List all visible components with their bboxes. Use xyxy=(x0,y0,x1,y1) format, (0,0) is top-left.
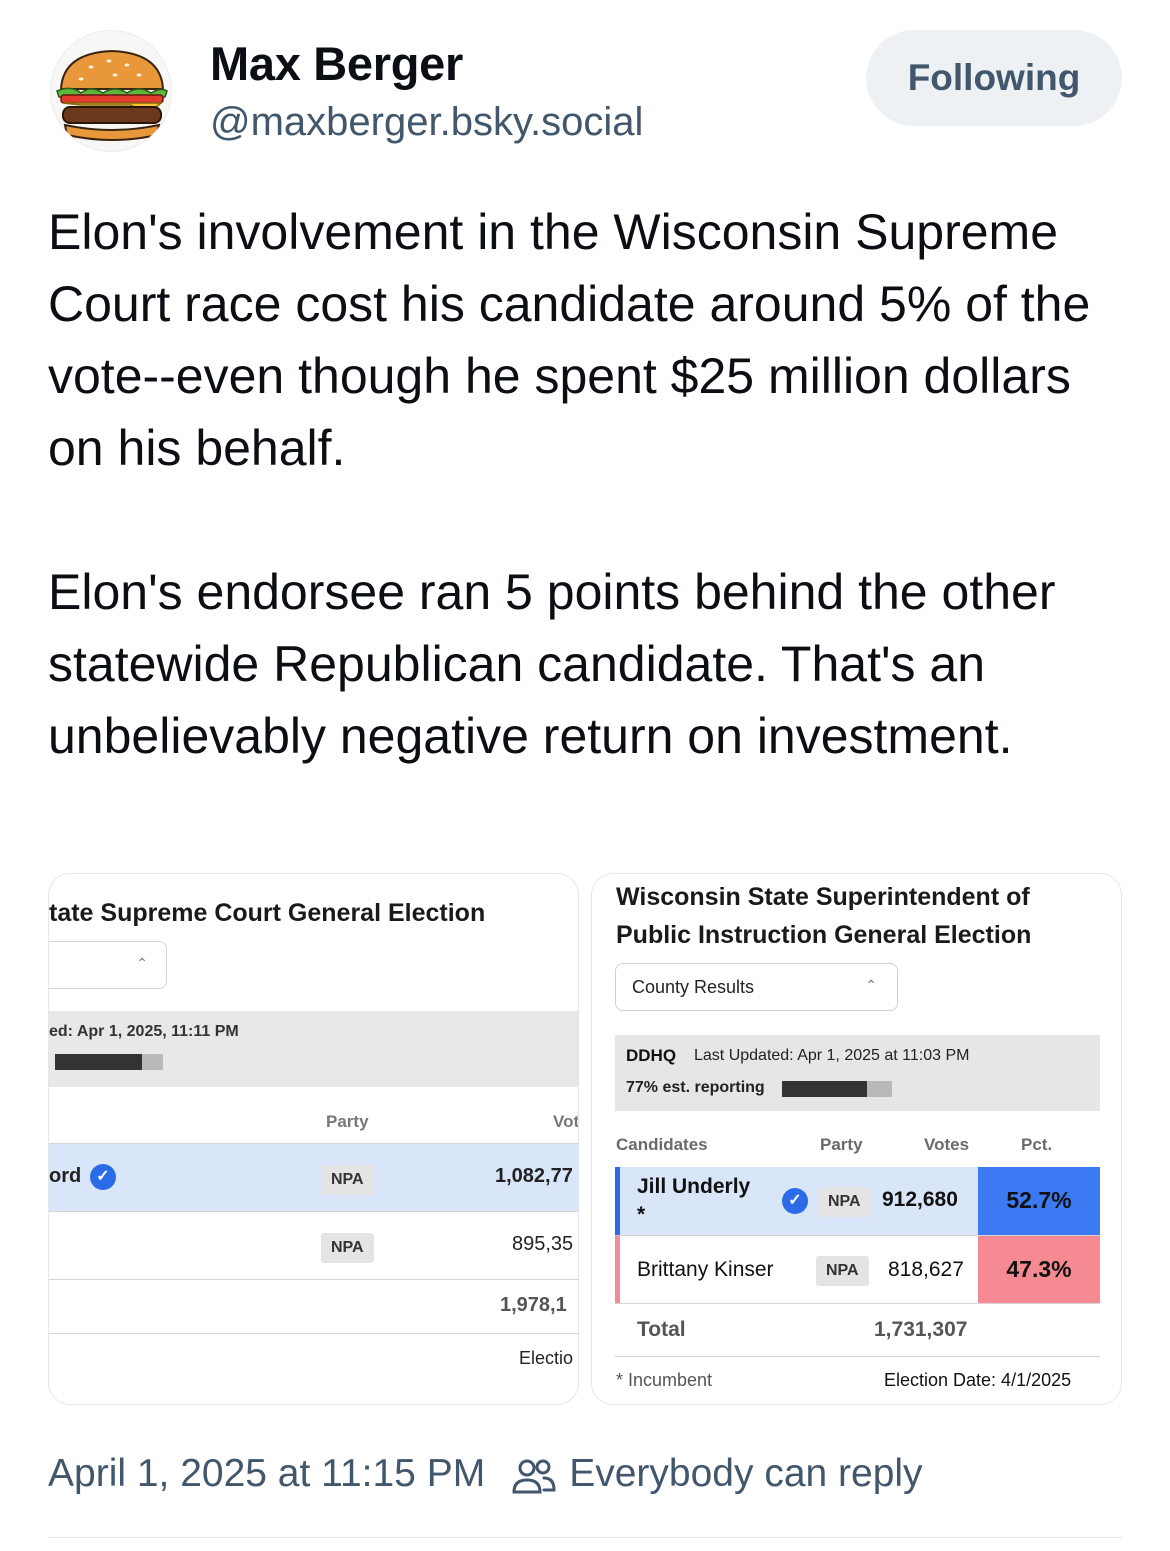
chevron-updown-icon: ⌃ xyxy=(865,977,877,993)
table-row: ord ✓ NPA 1,082,77 xyxy=(49,1143,578,1211)
post-header: Max Berger @maxberger.bsky.social Follow… xyxy=(0,0,1170,170)
reporting-bar xyxy=(55,1054,163,1070)
people-icon xyxy=(511,1456,557,1496)
pct-cell: 52.7% xyxy=(978,1167,1100,1235)
chevron-updown-icon: ⌃ xyxy=(136,955,148,971)
post-meta: April 1, 2025 at 11:15 PM Everybody can … xyxy=(48,1452,923,1496)
image-title: Wisconsin State Superintendent of Public… xyxy=(616,883,1032,949)
author-display-name[interactable]: Max Berger xyxy=(210,36,463,91)
image-title: tate Supreme Court General Election xyxy=(49,899,486,927)
vote-count: 895,35 xyxy=(512,1233,574,1255)
pct-cell: 47.3% xyxy=(978,1236,1100,1304)
post-paragraph: Elon's endorsee ran 5 points behind the … xyxy=(48,564,1056,764)
author-handle[interactable]: @maxberger.bsky.social xyxy=(210,100,643,145)
reporting-bar-fill xyxy=(55,1054,143,1070)
check-icon: ✓ xyxy=(782,1188,808,1214)
candidate-name: Brittany Kinser xyxy=(637,1258,774,1281)
table-footer: Electio xyxy=(49,1333,578,1404)
reporting-label: 77% est. reporting xyxy=(626,1079,765,1096)
status-bar: DDHQ Last Updated: Apr 1, 2025 at 11:03 … xyxy=(615,1035,1100,1111)
reply-setting[interactable]: Everybody can reply xyxy=(569,1452,922,1496)
column-header-party: Party xyxy=(820,1135,863,1154)
total-votes: 1,731,307 xyxy=(874,1318,968,1341)
post-timestamp[interactable]: April 1, 2025 at 11:15 PM xyxy=(48,1452,485,1496)
divider xyxy=(48,1537,1122,1538)
embedded-image-supreme-court[interactable]: tate Supreme Court General Election ⌃ ed… xyxy=(48,873,579,1405)
post-paragraph: Elon's involvement in the Wisconsin Supr… xyxy=(48,204,1091,476)
ddhq-logo: DDHQ xyxy=(626,1046,677,1065)
total-votes: 1,978,1 xyxy=(500,1294,567,1316)
column-header-pct: Pct. xyxy=(1021,1135,1053,1154)
last-updated: ed: Apr 1, 2025, 11:11 PM xyxy=(49,1023,239,1040)
column-header-votes: Vot xyxy=(553,1112,579,1131)
election-date: Election Date: 4/1/2025 xyxy=(884,1370,1072,1390)
select-value: County Results xyxy=(632,977,755,997)
incumbent-footnote: * Incumbent xyxy=(616,1370,713,1390)
status-bar: ed: Apr 1, 2025, 11:11 PM xyxy=(49,1011,578,1087)
candidate-row: Jill Underly * ✓ NPA 912,680 52.7% xyxy=(615,1167,1100,1235)
incumbent-mark: * xyxy=(637,1203,646,1226)
candidate-row: Brittany Kinser NPA 818,627 47.3% xyxy=(615,1235,1100,1304)
burger-avatar-icon[interactable] xyxy=(50,30,172,152)
last-updated: Last Updated: Apr 1, 2025 at 11:03 PM xyxy=(694,1047,970,1064)
table-row: NPA 895,35 xyxy=(49,1211,578,1279)
total-row: Total 1,731,307 xyxy=(615,1303,1100,1357)
party-badge: NPA xyxy=(321,1233,374,1263)
column-header-party: Party xyxy=(326,1112,369,1131)
candidate-name: ord xyxy=(49,1165,82,1187)
following-button[interactable]: Following xyxy=(866,30,1122,126)
party-badge: NPA xyxy=(816,1256,869,1286)
election-date-label: Electio xyxy=(519,1348,574,1368)
column-header-votes: Votes xyxy=(924,1135,970,1154)
post-text: Elon's involvement in the Wisconsin Supr… xyxy=(48,196,1138,772)
column-header-candidates: Candidates xyxy=(616,1135,708,1154)
table-row-total: 1,978,1 xyxy=(49,1279,578,1333)
candidate-name: Jill Underly xyxy=(637,1175,751,1198)
check-icon: ✓ xyxy=(90,1164,116,1190)
vote-count: 912,680 xyxy=(882,1188,958,1211)
embedded-image-superintendent[interactable]: Wisconsin State Superintendent of Public… xyxy=(591,873,1122,1405)
results-select: ⌃ xyxy=(49,941,167,989)
party-badge: NPA xyxy=(818,1187,871,1217)
reporting-bar xyxy=(782,1081,892,1097)
vote-count: 1,082,77 xyxy=(495,1165,573,1187)
vote-count: 818,627 xyxy=(888,1258,964,1281)
results-select: County Results ⌃ xyxy=(615,963,898,1011)
reporting-bar-fill xyxy=(782,1081,867,1097)
party-badge: NPA xyxy=(321,1165,374,1195)
total-label: Total xyxy=(637,1318,686,1341)
